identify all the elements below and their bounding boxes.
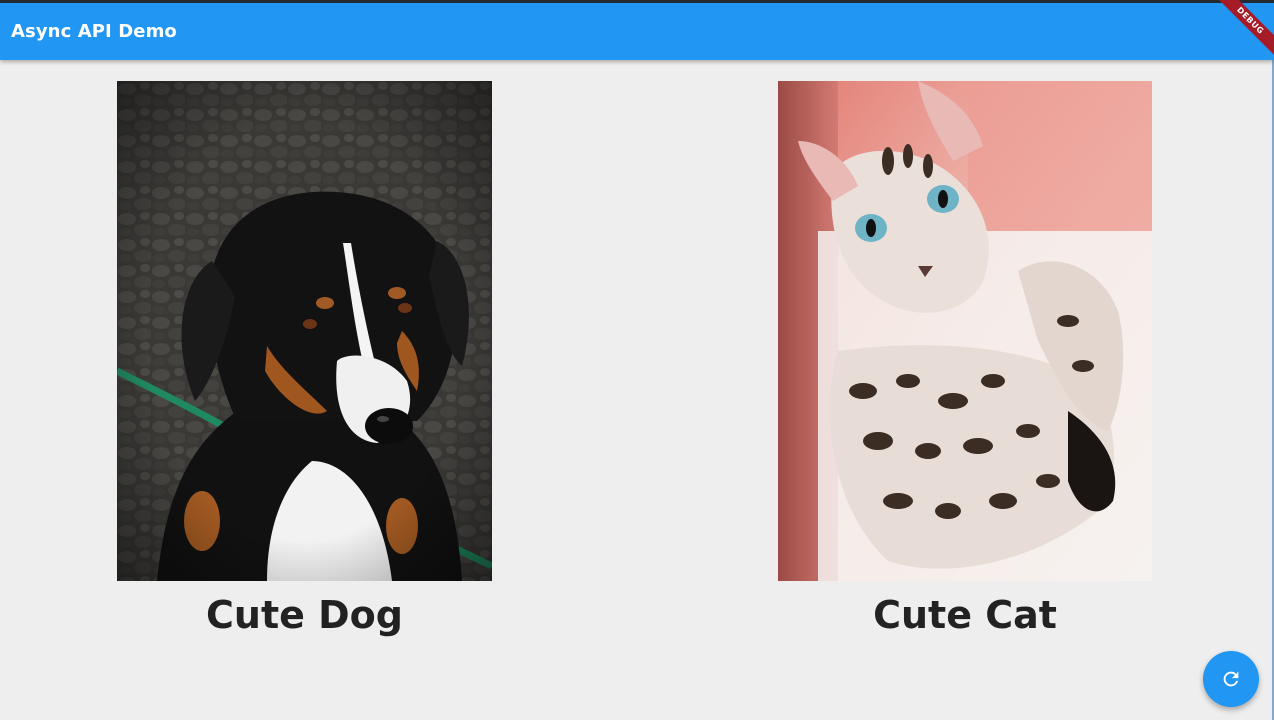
app-bar-title: Async API Demo <box>11 21 177 42</box>
cat-caption: Cute Cat <box>873 593 1057 637</box>
cat-card: Cute Cat <box>778 81 1152 637</box>
refresh-icon <box>1223 671 1239 687</box>
refresh-button[interactable] <box>1203 651 1259 707</box>
cat-photo-image <box>778 81 1152 581</box>
app-window: Async API Demo DEBUG Cute Dog Cute Cat <box>0 0 1274 720</box>
dog-photo <box>117 81 492 581</box>
app-bar: Async API Demo <box>0 3 1274 60</box>
dog-card: Cute Dog <box>117 81 492 637</box>
debug-ribbon-label: DEBUG <box>1209 0 1274 62</box>
debug-banner: DEBUG <box>1194 0 1274 80</box>
dog-caption: Cute Dog <box>206 593 403 637</box>
cat-photo <box>778 81 1152 581</box>
dog-photo-image <box>117 81 492 581</box>
